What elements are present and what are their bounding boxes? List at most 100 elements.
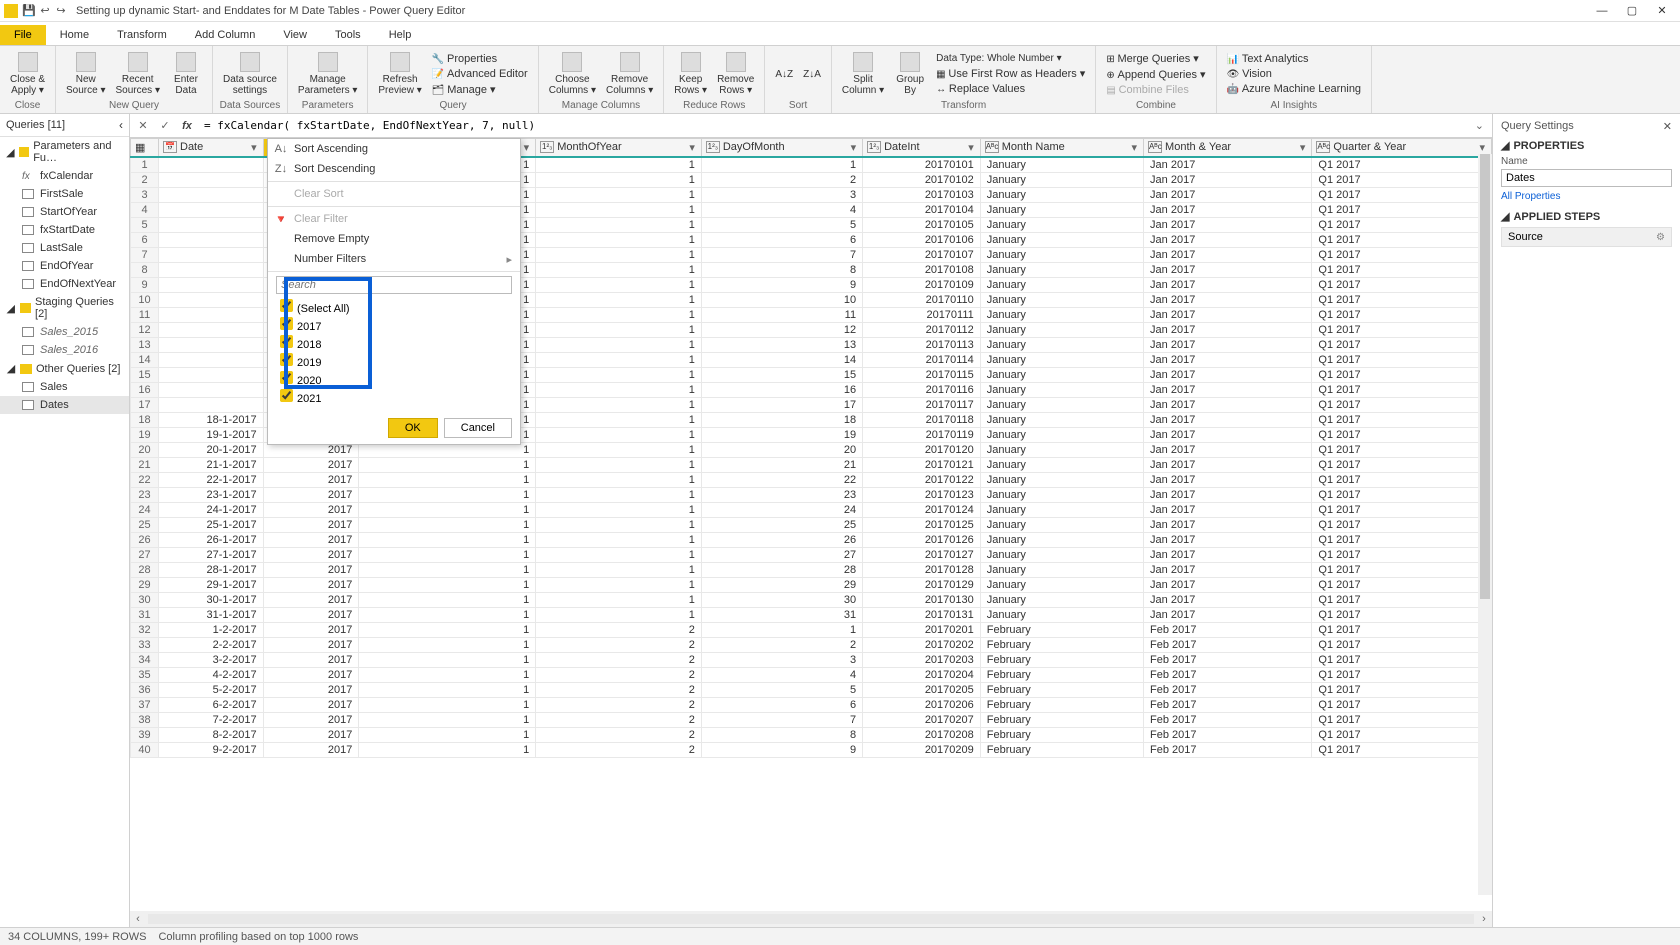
advanced-editor-button[interactable]: 📝 Advanced Editor — [428, 67, 532, 81]
sort-descending-item[interactable]: Z↓Sort Descending — [268, 159, 520, 179]
minimize-button[interactable]: — — [1588, 2, 1616, 20]
remove-rows-button[interactable]: Remove Rows ▾ — [713, 48, 758, 100]
table-row[interactable]: 343-2-2017201712320170203FebruaryFeb 201… — [131, 653, 1492, 668]
query-item-firstsale[interactable]: FirstSale — [0, 185, 129, 203]
group-by-button[interactable]: Group By — [890, 48, 930, 100]
query-group[interactable]: ◢Other Queries [2] — [0, 359, 129, 378]
table-row[interactable]: 3131-1-20172017113120170131JanuaryJan 20… — [131, 608, 1492, 623]
table-row[interactable]: 387-2-2017201712720170207FebruaryFeb 201… — [131, 713, 1492, 728]
table-row[interactable]: 2121-1-20172017112120170121JanuaryJan 20… — [131, 458, 1492, 473]
query-group[interactable]: ◢Parameters and Fu… — [0, 137, 129, 167]
table-row[interactable]: 2727-1-20172017112720170127JanuaryJan 20… — [131, 548, 1492, 563]
filter-value-2021[interactable]: 2021 — [276, 388, 512, 406]
filter-drop-icon[interactable]: ▾ — [687, 141, 697, 154]
data-type-button[interactable]: Data Type: Whole Number ▾ — [932, 52, 1089, 65]
manage-parameters-button[interactable]: Manage Parameters ▾ — [294, 48, 361, 100]
all-properties-link[interactable]: All Properties — [1501, 191, 1672, 202]
append-queries-button[interactable]: ⊕ Append Queries ▾ — [1102, 67, 1209, 82]
horizontal-scrollbar[interactable]: ‹› — [130, 911, 1492, 927]
column-header-date[interactable]: 📅Date▾ — [159, 139, 264, 158]
filter-drop-icon[interactable]: ▾ — [966, 141, 976, 154]
filter-search-input[interactable] — [276, 276, 512, 294]
table-row[interactable]: 332-2-2017201712220170202FebruaryFeb 201… — [131, 638, 1492, 653]
table-row[interactable]: 2525-1-20172017112520170125JanuaryJan 20… — [131, 518, 1492, 533]
keep-rows-button[interactable]: Keep Rows ▾ — [670, 48, 711, 100]
text-analytics-button[interactable]: 📊 Text Analytics — [1223, 52, 1365, 66]
filter-select-all[interactable]: (Select All) — [276, 298, 512, 316]
filter-value-2018[interactable]: 2018 — [276, 334, 512, 352]
azure-ml-button[interactable]: 🤖 Azure Machine Learning — [1223, 82, 1365, 96]
filter-drop-icon[interactable]: ▾ — [1477, 141, 1487, 154]
tab-help[interactable]: Help — [375, 25, 426, 45]
filter-drop-icon[interactable]: ▾ — [1298, 141, 1308, 154]
table-row[interactable]: 3030-1-20172017113020170130JanuaryJan 20… — [131, 593, 1492, 608]
query-item-fxcalendar[interactable]: fxfxCalendar — [0, 167, 129, 185]
redo-icon[interactable]: ↪ — [54, 4, 68, 18]
table-row[interactable]: 2222-1-20172017112220170122JanuaryJan 20… — [131, 473, 1492, 488]
refresh-preview-button[interactable]: Refresh Preview ▾ — [374, 48, 425, 100]
new-source-button[interactable]: New Source ▾ — [62, 48, 109, 100]
filter-ok-button[interactable]: OK — [388, 418, 438, 438]
query-item-sales_2015[interactable]: Sales_2015 — [0, 323, 129, 341]
tab-add-column[interactable]: Add Column — [181, 25, 270, 45]
table-row[interactable]: 2323-1-20172017112320170123JanuaryJan 20… — [131, 488, 1492, 503]
query-item-sales[interactable]: Sales — [0, 378, 129, 396]
undo-icon[interactable]: ↩ — [38, 4, 52, 18]
data-source-settings-button[interactable]: Data source settings — [219, 48, 281, 100]
filter-value-2020[interactable]: 2020 — [276, 370, 512, 388]
column-header-qy[interactable]: AᴮcQuarter & Year▾ — [1312, 139, 1492, 158]
filter-value-2019[interactable]: 2019 — [276, 352, 512, 370]
query-item-sales_2016[interactable]: Sales_2016 — [0, 341, 129, 359]
column-header-mname[interactable]: AᴮcMonth Name▾ — [980, 139, 1143, 158]
expand-formula-button[interactable]: ⌄ — [1471, 119, 1488, 132]
save-icon[interactable]: 💾 — [22, 4, 36, 18]
manage-query-button[interactable]: 🗂 Manage ▾ — [428, 82, 532, 97]
column-header-my[interactable]: AᴮcMonth & Year▾ — [1144, 139, 1312, 158]
combine-files-button[interactable]: ▤ Combine Files — [1102, 83, 1209, 97]
query-item-endofnextyear[interactable]: EndOfNextYear — [0, 275, 129, 293]
column-header-moy[interactable]: 1²₃MonthOfYear▾ — [536, 139, 702, 158]
tab-home[interactable]: Home — [46, 25, 103, 45]
vertical-scrollbar[interactable] — [1478, 154, 1492, 895]
sort-ascending-item[interactable]: A↓Sort Ascending — [268, 139, 520, 159]
choose-columns-button[interactable]: Choose Columns ▾ — [545, 48, 600, 100]
tab-transform[interactable]: Transform — [103, 25, 181, 45]
filter-drop-icon[interactable]: ▾ — [849, 141, 859, 154]
table-row[interactable]: 365-2-2017201712520170205FebruaryFeb 201… — [131, 683, 1492, 698]
close-button[interactable]: ✕ — [1648, 2, 1676, 20]
remove-columns-button[interactable]: Remove Columns ▾ — [602, 48, 657, 100]
query-item-dates[interactable]: Dates — [0, 396, 129, 414]
number-filters-item[interactable]: Number Filters▸ — [268, 249, 520, 269]
vision-button[interactable]: 👁 Vision — [1223, 67, 1365, 81]
cancel-formula-button[interactable]: ✕ — [134, 117, 152, 135]
query-item-endofyear[interactable]: EndOfYear — [0, 257, 129, 275]
split-column-button[interactable]: Split Column ▾ — [838, 48, 888, 100]
data-grid[interactable]: ▦📅Date▾1²₃Year▾1²₃QuarterOfYear▾1²₃Month… — [130, 138, 1492, 911]
enter-data-button[interactable]: Enter Data — [166, 48, 206, 100]
gear-icon[interactable]: ⚙ — [1656, 232, 1665, 243]
filter-value-2017[interactable]: 2017 — [276, 316, 512, 334]
table-row[interactable]: 398-2-2017201712820170208FebruaryFeb 201… — [131, 728, 1492, 743]
column-header-dint[interactable]: 1²₃DateInt▾ — [863, 139, 981, 158]
table-row[interactable]: 321-2-2017201712120170201FebruaryFeb 201… — [131, 623, 1492, 638]
filter-drop-icon[interactable]: ▾ — [1130, 141, 1140, 154]
replace-values-button[interactable]: ↔ Replace Values — [932, 82, 1089, 96]
query-item-startofyear[interactable]: StartOfYear — [0, 203, 129, 221]
merge-queries-button[interactable]: ⊞ Merge Queries ▾ — [1102, 51, 1209, 66]
filter-drop-icon[interactable]: ▾ — [522, 141, 532, 154]
sort-asc-button[interactable]: A↓Z — [771, 48, 797, 100]
table-row[interactable]: 354-2-2017201712420170204FebruaryFeb 201… — [131, 668, 1492, 683]
formula-input[interactable] — [200, 117, 1467, 134]
table-row[interactable]: 409-2-2017201712920170209FebruaryFeb 201… — [131, 743, 1492, 758]
table-row[interactable]: 2929-1-20172017112920170129JanuaryJan 20… — [131, 578, 1492, 593]
remove-empty-item[interactable]: Remove Empty — [268, 229, 520, 249]
close-apply-button[interactable]: Close & Apply ▾ — [6, 48, 49, 100]
column-header-dom[interactable]: 1²₃DayOfMonth▾ — [701, 139, 862, 158]
query-name-input[interactable] — [1501, 169, 1672, 187]
commit-formula-button[interactable]: ✓ — [156, 117, 174, 135]
maximize-button[interactable]: ▢ — [1618, 2, 1646, 20]
collapse-queries-button[interactable]: ‹ — [119, 118, 123, 132]
first-row-headers-button[interactable]: ▦ Use First Row as Headers ▾ — [932, 66, 1089, 81]
query-item-fxstartdate[interactable]: fxStartDate — [0, 221, 129, 239]
tab-file[interactable]: File — [0, 25, 46, 45]
